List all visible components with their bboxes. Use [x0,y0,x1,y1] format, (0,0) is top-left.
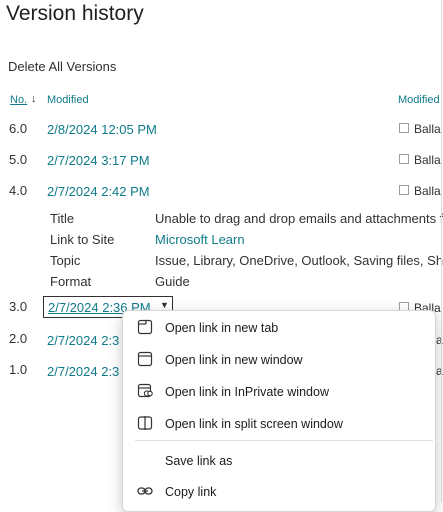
version-date-link[interactable]: 2/7/2024 2:3 [47,364,119,379]
menu-item-open-inprivate[interactable]: Open link in InPrivate window [123,377,433,407]
menu-item-label: Open link in new window [165,353,303,367]
detail-label-format: Format [50,274,92,289]
detail-value-title: Unable to drag and drop emails and attac… [155,211,443,226]
version-number: 2.0 [9,331,28,346]
row-checkbox[interactable] [399,185,409,195]
modified-by: Balla [414,122,441,136]
menu-item-label: Copy link [165,485,217,499]
version-date-link[interactable]: 2/7/2024 2:42 PM [47,184,150,199]
menu-item-open-new-window[interactable]: Open link in new window [123,345,433,375]
detail-value-format: Guide [155,274,190,289]
version-number: 5.0 [9,152,28,167]
menu-item-label: Open link in InPrivate window [165,385,329,399]
version-number: 3.0 [9,299,28,314]
split-screen-icon [137,416,153,430]
menu-separator [135,440,433,441]
menu-item-open-split-screen[interactable]: Open link in split screen window [123,409,433,439]
version-number: 1.0 [9,362,28,377]
row-checkbox[interactable] [399,154,409,164]
version-number: 6.0 [9,121,28,136]
column-header-no[interactable]: No. [10,94,27,106]
delete-all-versions-link[interactable]: Delete All Versions [8,59,116,74]
detail-label-title: Title [50,211,75,226]
menu-item-label: Save link as [165,454,233,468]
version-date-link[interactable]: 2/7/2024 2:3 [47,333,119,348]
row-checkbox[interactable] [399,123,409,133]
page-title: Version history [6,2,144,25]
detail-value-topic: Issue, Library, OneDrive, Outlook, Savin… [155,253,443,268]
detail-value-link-to-site[interactable]: Microsoft Learn [155,232,245,247]
new-tab-icon [137,319,153,335]
chevron-down-icon[interactable]: ▼ [160,300,169,310]
column-header-modified-by[interactable]: Modified [398,94,440,106]
column-header-modified[interactable]: Modified [47,94,89,106]
new-window-icon [137,351,153,367]
version-date-link[interactable]: 2/8/2024 12:05 PM [47,122,157,137]
link-icon [137,487,153,495]
inprivate-icon [137,383,153,398]
menu-item-save-link-as[interactable]: Save link as [123,446,433,476]
detail-label-topic: Topic [50,253,81,268]
detail-label-link-to-site: Link to Site [50,232,115,247]
menu-item-label: Open link in split screen window [165,417,343,431]
modified-by: Balla [414,184,441,198]
modified-by: Balla [414,153,441,167]
version-date-link[interactable]: 2/7/2024 3:17 PM [47,153,150,168]
menu-item-open-new-tab[interactable]: Open link in new tab [123,313,433,343]
menu-item-copy-link[interactable]: Copy link [123,477,433,507]
scrollbar-track[interactable] [441,0,442,502]
link-context-menu: Open link in new tab Open link in new wi… [122,310,436,512]
menu-item-label: Open link in new tab [165,321,279,335]
sort-descending-icon: ↓ [31,93,37,105]
version-number: 4.0 [9,183,28,198]
